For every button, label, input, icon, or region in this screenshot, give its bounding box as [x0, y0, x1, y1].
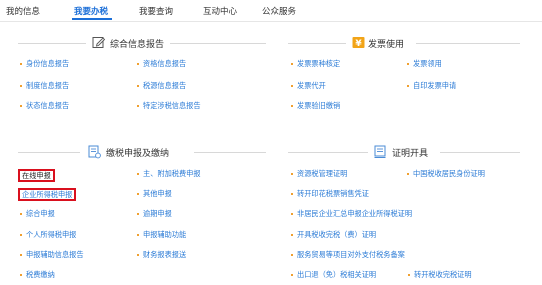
certificate-icon: [374, 145, 386, 158]
link-export-refund-certificate[interactable]: 出口退（免）税相关证明: [291, 270, 376, 280]
link-main-additional-tax-filing[interactable]: 主、附加税费申报: [137, 169, 201, 179]
active-tab-indicator: [72, 18, 112, 20]
section-title: 缴税申报及缴纳: [106, 149, 170, 159]
divider: [288, 152, 368, 153]
section-title: 证明开具: [392, 149, 429, 159]
link-qualification-info-report[interactable]: 资格信息报告: [137, 59, 186, 69]
tab-public-service[interactable]: 公众服务: [262, 5, 296, 17]
link-self-print-invoice-apply[interactable]: 自印发票申请: [407, 81, 456, 91]
link-system-info-report[interactable]: 制度信息报告: [20, 81, 69, 91]
link-comprehensive-filing[interactable]: 综合申报: [20, 209, 55, 219]
link-identity-info-report[interactable]: 身份信息报告: [20, 59, 69, 69]
link-resource-tax-certificate[interactable]: 资源税管理证明: [291, 169, 347, 179]
link-specific-tax-info-report[interactable]: 特定涉税信息报告: [137, 101, 201, 111]
yen-icon: ¥: [352, 37, 365, 49]
link-invoice-verify-cancel[interactable]: 发票验旧缴销: [291, 101, 340, 111]
divider: [440, 152, 520, 153]
link-tax-source-info-report[interactable]: 税源信息报告: [137, 81, 186, 91]
tab-interaction-center[interactable]: 互动中心: [203, 5, 237, 17]
link-status-info-report[interactable]: 状态信息报告: [20, 101, 69, 111]
link-nonresident-enterprise-certificate[interactable]: 非居民企业汇总申报企业所得税证明: [291, 209, 412, 219]
link-personal-income-tax-filing[interactable]: 个人所得税申报: [20, 230, 76, 240]
divider: [194, 152, 266, 153]
divider: [18, 43, 86, 44]
divider: [288, 43, 346, 44]
divider: [170, 43, 266, 44]
link-invoice-type-approval[interactable]: 发票票种核定: [291, 59, 340, 69]
divider: [18, 152, 80, 153]
link-filing-assist-function[interactable]: 申报辅助功能: [137, 230, 186, 240]
document-edit-icon: [92, 37, 106, 48]
link-stamp-tax-sales-voucher[interactable]: 转开印花税票销售凭证: [291, 189, 369, 199]
tab-query[interactable]: 我要查询: [139, 5, 173, 17]
top-tab-bar: 我的信息 我要办税 我要查询 互动中心 公众服务: [0, 0, 542, 22]
section-header-tax-filing: 缴税申报及缴纳: [18, 145, 266, 159]
svg-text:¥: ¥: [355, 39, 362, 49]
link-corporate-income-tax-filing[interactable]: 企业所得税申报: [18, 188, 77, 201]
link-filing-assist-info-report[interactable]: 申报辅助信息报告: [20, 250, 84, 260]
tax-form-icon: [88, 145, 101, 159]
tab-tax-handling[interactable]: 我要办税: [74, 5, 108, 17]
link-invoice-collection[interactable]: 发票领用: [407, 59, 442, 69]
section-header-invoice: ¥ 发票使用: [288, 36, 520, 50]
link-tax-resident-certificate[interactable]: 中国税收居民身份证明: [407, 169, 485, 179]
section-header-comprehensive-report: 综合信息报告: [18, 36, 266, 50]
link-tax-payment-certificate[interactable]: 开具税收完税（费）证明: [291, 230, 376, 240]
link-online-filing[interactable]: 在线申报: [18, 169, 55, 182]
tab-my-info[interactable]: 我的信息: [6, 5, 40, 17]
link-transfer-tax-payment-certificate[interactable]: 转开税收完税证明: [408, 270, 472, 280]
link-financial-statement-submit[interactable]: 财务报表报送: [137, 250, 186, 260]
link-invoice-proxy-issue[interactable]: 发票代开: [291, 81, 326, 91]
link-overdue-filing[interactable]: 逾期申报: [137, 209, 172, 219]
divider: [416, 43, 520, 44]
section-header-certificate: 证明开具: [288, 145, 520, 159]
section-title: 综合信息报告: [110, 40, 165, 50]
link-tax-payment[interactable]: 税费缴纳: [20, 270, 55, 280]
section-title: 发票使用: [368, 40, 405, 50]
link-other-filing[interactable]: 其他申报: [137, 189, 172, 199]
link-service-trade-payment-filing[interactable]: 服务贸易等项目对外支付税务备案: [291, 250, 405, 260]
